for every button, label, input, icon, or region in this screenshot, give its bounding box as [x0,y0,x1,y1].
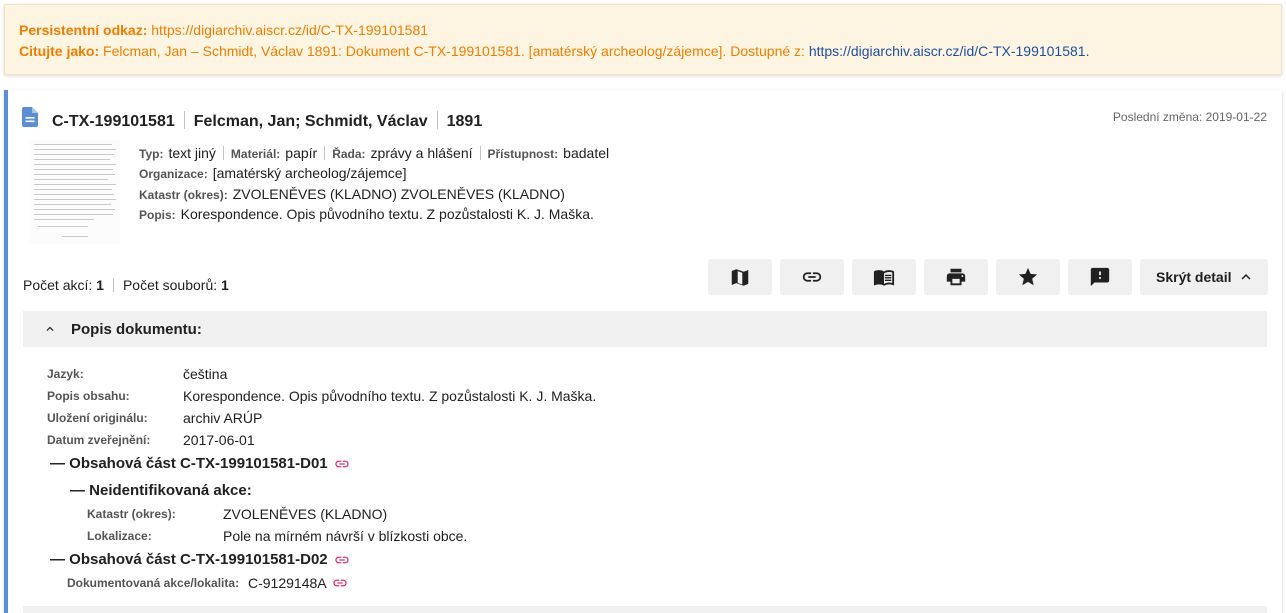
favorite-button[interactable] [996,259,1060,295]
cite-as-text: Felcman, Jan – Schmidt, Václav 1891: Dok… [103,43,805,59]
actions-count-value: 1 [96,277,104,293]
reader-button[interactable] [852,259,916,295]
material-label: Materiál: [230,147,281,161]
book-icon [873,270,895,286]
persistent-link-label: Persistentní odkaz: [19,22,148,38]
print-button[interactable] [924,259,988,295]
meta-row-2: Organizace: [amatérský archeolog/zájemce] [139,163,406,184]
access-value: badatel [563,145,610,161]
link-button[interactable] [780,259,844,295]
actions-count-label: Počet akcí: [23,277,93,293]
cite-as-label: Citujte jako: [19,43,100,59]
link-icon[interactable] [332,575,348,591]
organization-label: Organizace: [139,167,208,181]
series-label: Řada: [332,147,366,161]
language-label: Jazyk: [47,367,84,381]
material-value: papír [285,145,318,161]
meta-row-1: Typ: text jiný Materiál: papír Řada: zprávy a… [139,143,609,164]
documented-action-label: Dokumentovaná akce/lokalita: [67,576,240,590]
unidentified-action: — Neidentifikovaná akce: [70,482,252,499]
citation-box: Persistentní odkaz: https://digiarchiv.a… [4,4,1282,75]
published-label: Datum zveřejnění: [47,433,151,447]
document-id: C-TX-199101581 [52,113,175,130]
content-part-1: — Obsahová část C-TX-199101581-D01 [50,455,350,472]
description-value: Korespondence. Opis původního textu. Z p… [180,206,594,222]
action-cadastre-value: ZVOLENĚVES (KLADNO) [223,506,388,522]
document-authors: Felcman, Jan; Schmidt, Václav [193,113,428,130]
content-part-1-title: — Obsahová část C-TX-199101581-D01 [50,455,328,472]
document-icon [22,107,38,127]
documented-action-value[interactable]: C-9129148A [248,573,348,593]
section-title: Popis dokumentu: [71,320,202,338]
map-button[interactable] [708,259,772,295]
description-label: Popis: [139,208,176,222]
cadastre-label: Katastr (okres): [139,188,228,202]
content-value: Korespondence. Opis původního textu. Z p… [183,388,597,404]
action-location-value: Pole na mírném návrší v blízkosti obce. [223,528,468,544]
organization-value: [amatérský archeolog/zájemce] [212,165,407,181]
cadastre-value: ZVOLENĚVES (KLADNO) ZVOLENĚVES (KLADNO) [232,186,565,202]
type-value: text jiný [168,145,216,161]
feedback-button[interactable] [1068,259,1132,295]
document-description-section-header[interactable]: Popis dokumentu: [23,311,1267,347]
map-icon [731,269,749,286]
link-icon [802,272,822,282]
access-label: Přístupnost: [487,147,559,161]
content-part-2-title: — Obsahová část C-TX-199101581-D02 [50,551,328,568]
link-icon[interactable] [334,456,350,472]
persistent-link-row: Persistentní odkaz: https://digiarchiv.a… [19,20,1267,41]
unidentified-action-title: — Neidentifikovaná akce: [70,482,252,499]
chevron-up-icon [46,326,54,331]
content-part-2: — Obsahová část C-TX-199101581-D02 [50,551,350,568]
feedback-icon [1090,267,1110,287]
cite-as-row: Citujte jako: Felcman, Jan – Schmidt, Vá… [19,41,1267,62]
storage-value: archiv ARÚP [183,410,263,426]
action-location-label: Lokalizace: [87,529,152,543]
meta-row-4: Popis: Korespondence. Opis původního text… [139,204,594,225]
cite-as-url[interactable]: https://digiarchiv.aiscr.cz/id/C-TX-1991… [809,43,1086,59]
files-count-value: 1 [221,277,229,293]
hide-detail-label: Skrýt detail [1156,269,1232,285]
files-count-label: Počet souborů: [122,277,218,293]
type-label: Typ: [139,147,164,161]
print-icon [946,268,966,286]
chevron-up-icon [1241,274,1251,280]
counts-row: Počet akcí: 1 Počet souborů: 1 [23,276,229,294]
link-icon[interactable] [334,552,350,568]
content-label: Popis obsahu: [47,389,130,403]
published-value: 2017-06-01 [183,432,255,448]
star-icon [1018,267,1038,286]
document-thumbnail[interactable] [30,140,120,244]
last-change: Poslední změna: 2019-01-22 [1112,110,1267,124]
storage-label: Uložení originálu: [47,411,148,425]
documented-action-id[interactable]: C-9129148A [248,573,327,593]
language-value: čeština [183,366,228,382]
hide-detail-button[interactable]: Skrýt detail [1140,259,1268,295]
document-year: 1891 [446,113,483,130]
meta-row-3: Katastr (okres): ZVOLENĚVES (KLADNO) ZVOL… [139,184,565,205]
document-title: C-TX-199101581 Felcman, Jan; Schmidt, Vác… [52,111,482,132]
persistent-link-url[interactable]: https://digiarchiv.aiscr.cz/id/C-TX-1991… [151,22,428,38]
cite-as-end: . [1085,43,1090,59]
series-value: zprávy a hlášení [370,145,473,161]
action-cadastre-label: Katastr (okres): [87,507,176,521]
next-section-header[interactable] [23,606,1267,613]
